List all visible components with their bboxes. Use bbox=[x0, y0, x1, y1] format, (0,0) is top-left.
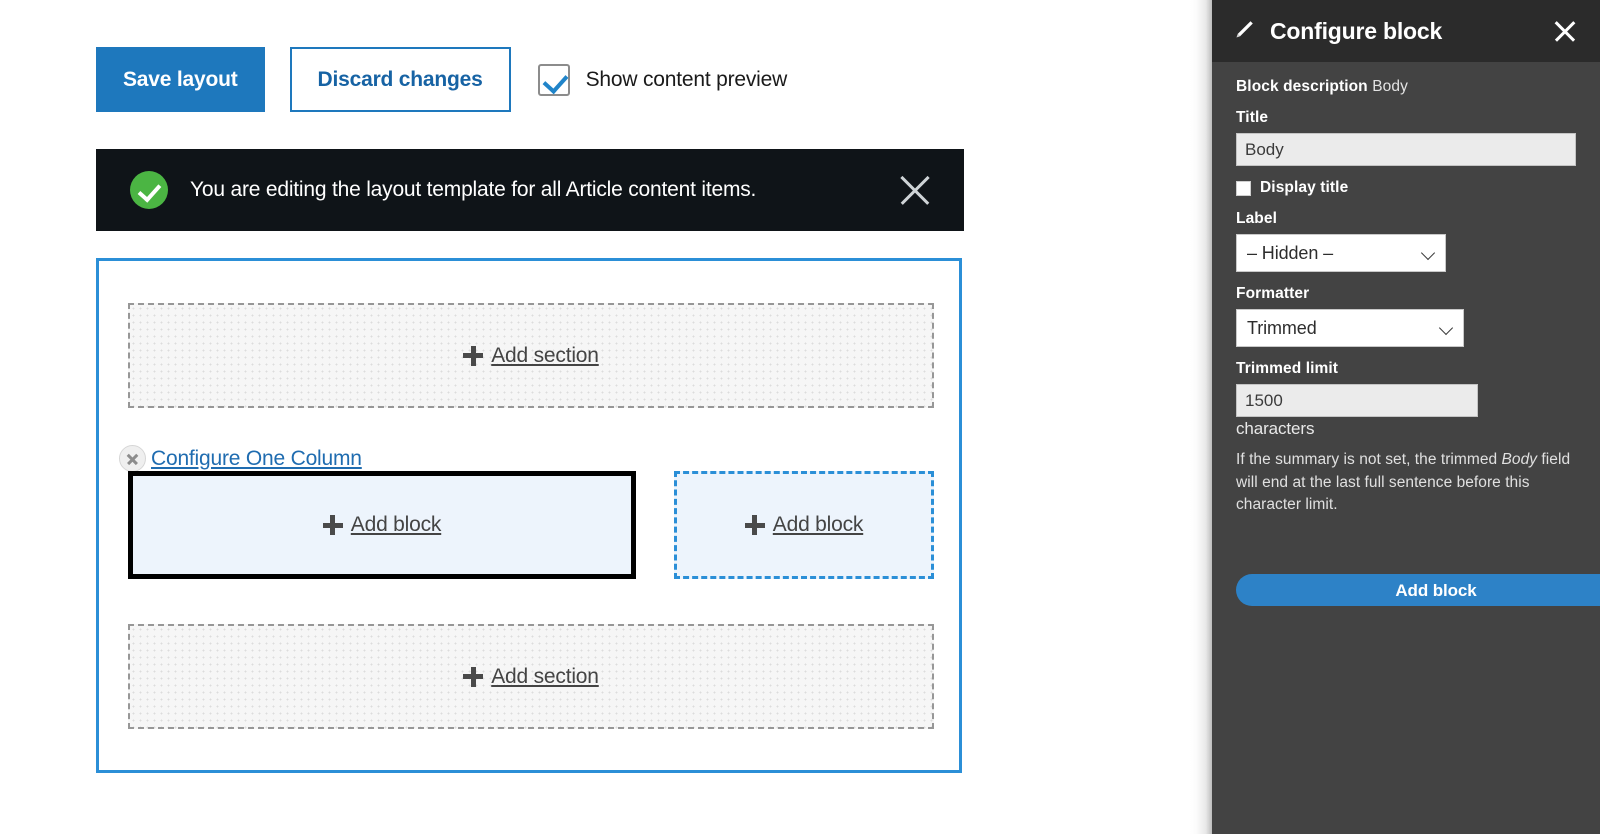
trimmed-limit-label: Trimmed limit bbox=[1236, 360, 1576, 378]
layout-canvas: Add section Configure One Column Add blo… bbox=[96, 258, 962, 773]
show-content-preview-toggle[interactable]: Show content preview bbox=[538, 64, 787, 96]
discard-changes-button[interactable]: Discard changes bbox=[290, 47, 511, 112]
label-field-label: Label bbox=[1236, 210, 1576, 228]
label-select-wrap: – Hidden – bbox=[1236, 234, 1446, 272]
block-dropzone-row: Add block Add block bbox=[128, 471, 934, 579]
add-section-bottom[interactable]: Add section bbox=[128, 624, 934, 729]
sidebar-body: Block description Body Title Display tit… bbox=[1212, 62, 1600, 517]
trimmed-limit-input[interactable] bbox=[1236, 384, 1478, 417]
trimmed-limit-units: characters bbox=[1236, 419, 1576, 439]
display-title-checkbox[interactable] bbox=[1236, 181, 1251, 196]
add-block-button[interactable]: Add block bbox=[1236, 574, 1600, 606]
help-text-before: If the summary is not set, the trimmed bbox=[1236, 451, 1502, 468]
configure-block-sidebar: Configure block Block description Body T… bbox=[1212, 0, 1600, 834]
title-field-input[interactable] bbox=[1236, 133, 1576, 166]
sidebar-title: Configure block bbox=[1270, 18, 1442, 45]
add-section-top[interactable]: Add section bbox=[128, 303, 934, 408]
title-field-label: Title bbox=[1236, 109, 1576, 127]
add-block-region-dropzone[interactable]: Add block bbox=[674, 471, 934, 579]
trimmed-limit-help: If the summary is not set, the trimmed B… bbox=[1236, 449, 1576, 517]
add-block-label-secondary: Add block bbox=[773, 513, 863, 537]
block-description-value: Body bbox=[1372, 78, 1408, 95]
plus-icon bbox=[463, 667, 483, 687]
sidebar-edge-shadow bbox=[1190, 0, 1212, 834]
display-title-row[interactable]: Display title bbox=[1236, 179, 1576, 197]
formatter-select-wrap: Trimmed bbox=[1236, 309, 1464, 347]
layout-builder-main: Save layout Discard changes Show content… bbox=[0, 0, 1190, 834]
add-section-top-label: Add section bbox=[491, 344, 599, 368]
add-block-link-secondary[interactable]: Add block bbox=[745, 513, 863, 537]
configure-one-column-link[interactable]: Configure One Column bbox=[151, 447, 362, 471]
block-description-row: Block description Body bbox=[1236, 78, 1576, 96]
region-label: Configure One Column bbox=[119, 445, 362, 472]
layout-toolbar: Save layout Discard changes Show content… bbox=[96, 47, 787, 112]
close-icon[interactable] bbox=[896, 171, 934, 209]
add-block-region-selected[interactable]: Add block bbox=[128, 471, 636, 579]
check-circle-icon bbox=[130, 171, 168, 209]
show-content-preview-checkbox[interactable] bbox=[538, 64, 570, 96]
add-section-top-link[interactable]: Add section bbox=[463, 344, 599, 368]
pencil-icon bbox=[1230, 18, 1256, 44]
block-description-label: Block description bbox=[1236, 78, 1368, 95]
add-section-bottom-label: Add section bbox=[491, 665, 599, 689]
page-root: Save layout Discard changes Show content… bbox=[0, 0, 1600, 834]
status-message-text: You are editing the layout template for … bbox=[190, 178, 756, 202]
plus-icon bbox=[323, 515, 343, 535]
show-content-preview-label: Show content preview bbox=[586, 68, 787, 92]
sidebar-header: Configure block bbox=[1212, 0, 1600, 62]
plus-icon bbox=[745, 515, 765, 535]
close-icon[interactable] bbox=[1552, 18, 1578, 44]
formatter-select[interactable]: Trimmed bbox=[1236, 309, 1464, 347]
help-text-emphasis: Body bbox=[1502, 451, 1538, 468]
label-select[interactable]: – Hidden – bbox=[1236, 234, 1446, 272]
formatter-field-label: Formatter bbox=[1236, 285, 1576, 303]
plus-icon bbox=[463, 346, 483, 366]
save-layout-button[interactable]: Save layout bbox=[96, 47, 265, 112]
add-block-label-primary: Add block bbox=[351, 513, 441, 537]
add-block-link-primary[interactable]: Add block bbox=[323, 513, 441, 537]
add-section-bottom-link[interactable]: Add section bbox=[463, 665, 599, 689]
remove-circle-icon[interactable] bbox=[119, 445, 146, 472]
status-message: You are editing the layout template for … bbox=[96, 149, 964, 231]
display-title-label: Display title bbox=[1260, 179, 1348, 197]
